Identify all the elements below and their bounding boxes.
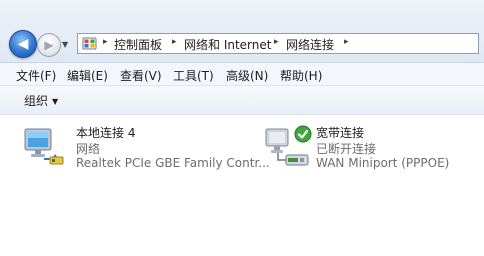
forward-button[interactable]: ▶ [37,33,61,57]
back-arrow-icon: ◀ [17,36,29,52]
breadcrumb-network-connections[interactable]: 网络连接 [286,36,334,53]
chevron-down-icon: ▼ [52,97,59,106]
breadcrumb-separator-icon[interactable]: ▸ [274,37,279,47]
navigation-bar: ◀ ▶ ▼ ▸ 控制面板 ▸ 网络和 Internet ▸ 网络连接 ▸ [0,0,484,63]
address-bar[interactable]: ▸ 控制面板 ▸ 网络和 Internet ▸ 网络连接 ▸ [77,33,479,54]
breadcrumb-network-internet[interactable]: 网络和 Internet [184,36,271,53]
breadcrumb-separator-icon[interactable]: ▸ [103,37,108,47]
menu-edit[interactable]: 编辑(E) [67,67,108,84]
breadcrumb-separator-icon[interactable]: ▸ [172,37,177,47]
menu-bar: 文件(F) 编辑(E) 查看(V) 工具(T) 高级(N) 帮助(H) [0,63,484,86]
forward-arrow-icon: ▶ [44,38,54,52]
menu-file[interactable]: 文件(F) [16,67,56,84]
breadcrumb-control-panel[interactable]: 控制面板 [114,36,162,53]
connection-device: Realtek PCIe GBE Family Contr... [76,156,270,170]
connection-name: 宽带连接 [316,126,365,140]
menu-help[interactable]: 帮助(H) [280,67,322,84]
recent-pages-dropdown[interactable]: ▼ [62,40,68,49]
back-button[interactable]: ◀ [9,30,37,58]
connection-status: 网络 [76,142,101,156]
menu-view[interactable]: 查看(V) [120,67,162,84]
menu-tools[interactable]: 工具(T) [173,67,214,84]
organize-label: 组织 [24,94,49,108]
connections-list: 本地连接 4 网络 Realtek PCIe GBE Family Contr.… [0,115,484,256]
menu-advanced[interactable]: 高级(N) [226,67,268,84]
command-bar: 组织 ▼ [0,86,484,115]
network-monitor-icon [24,128,64,165]
organize-button[interactable]: 组织 ▼ [24,92,58,109]
connection-local-4[interactable]: 本地连接 4 网络 Realtek PCIe GBE Family Contr.… [22,123,270,183]
connection-device: WAN Miniport (PPPOE) [316,156,450,170]
control-panel-icon [82,37,97,50]
connection-name: 本地连接 4 [76,126,136,140]
connection-broadband[interactable]: 宽带连接 已断开连接 WAN Miniport (PPPOE) [264,123,474,183]
breadcrumb-separator-icon[interactable]: ▸ [344,37,349,47]
green-check-icon [294,125,312,143]
connection-status: 已断开连接 [316,142,377,156]
